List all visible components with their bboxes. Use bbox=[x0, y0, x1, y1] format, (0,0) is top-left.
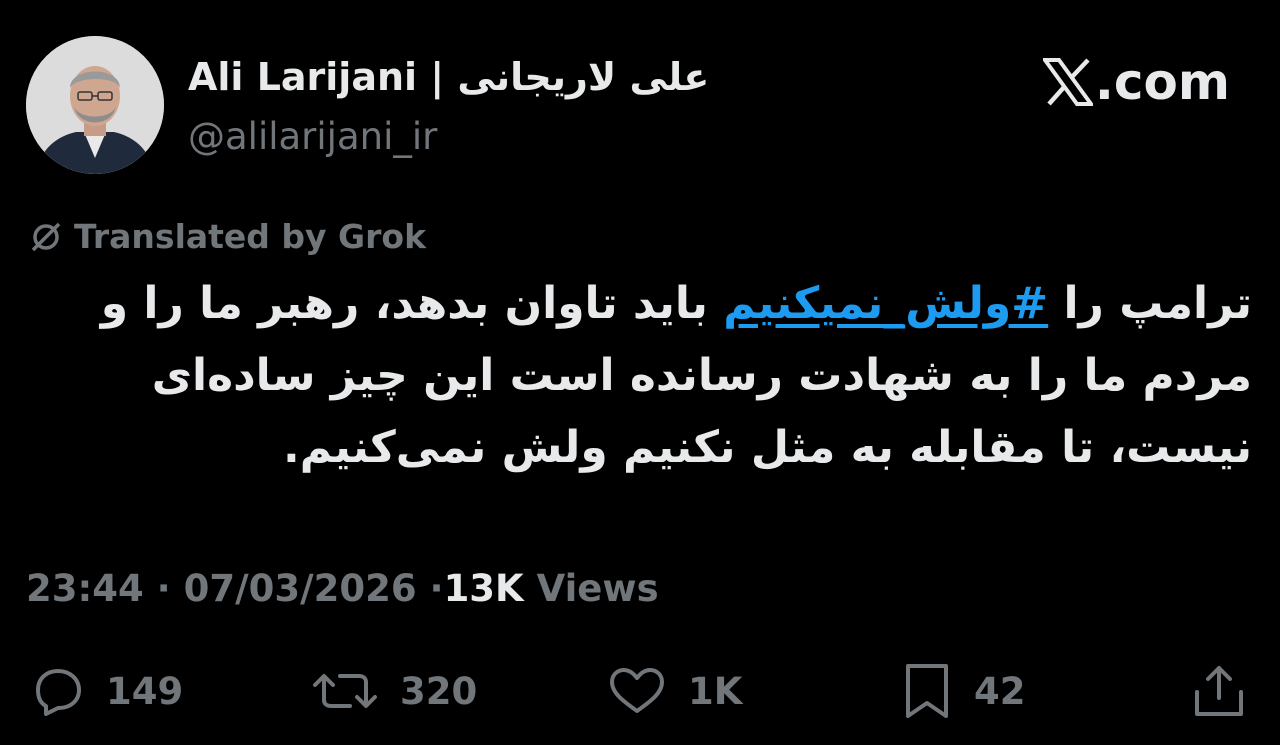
translation-notice[interactable]: Translated by Grok bbox=[28, 214, 426, 260]
bookmark-icon bbox=[902, 662, 952, 720]
tweet-meta: 23:44 · 07/03/2026 ·13K Views bbox=[26, 562, 659, 616]
tweet-text-start: ترامپ را bbox=[1048, 278, 1252, 329]
bookmark-count: 42 bbox=[974, 669, 1026, 713]
tweet-text: ترامپ را #ولش_نمیکنیم باید تاوان بدهد، ر… bbox=[30, 268, 1252, 484]
share-button[interactable] bbox=[1192, 656, 1246, 726]
like-count: 1K bbox=[688, 669, 743, 713]
bookmark-button[interactable]: 42 bbox=[902, 656, 1026, 726]
avatar[interactable] bbox=[26, 36, 164, 174]
repost-count: 320 bbox=[400, 669, 478, 713]
translation-label: Translated by Grok bbox=[74, 217, 427, 256]
x-com-brand: .com bbox=[1042, 52, 1230, 112]
tweet-date[interactable]: 07/03/2026 bbox=[184, 567, 417, 610]
hashtag-link[interactable]: #ولش_نمیکنیم bbox=[723, 278, 1048, 329]
repost-button[interactable]: 320 bbox=[312, 656, 477, 726]
brand-domain-text: .com bbox=[1094, 53, 1230, 111]
meta-separator: · bbox=[156, 567, 171, 610]
repost-icon bbox=[312, 666, 378, 716]
x-logo-icon bbox=[1042, 58, 1093, 106]
reply-button[interactable]: 149 bbox=[28, 656, 183, 726]
author-handle[interactable]: @alilarijani_ir bbox=[188, 112, 437, 162]
views-label: Views bbox=[536, 567, 659, 610]
grok-icon bbox=[28, 219, 64, 255]
author-display-name[interactable]: Ali Larijani | علی لاریجانی bbox=[188, 52, 709, 102]
tweet-time[interactable]: 23:44 bbox=[26, 567, 144, 610]
share-icon bbox=[1192, 662, 1246, 720]
views-count: 13K bbox=[443, 567, 524, 610]
meta-separator: · bbox=[429, 567, 444, 610]
reply-icon bbox=[28, 666, 84, 716]
action-bar: 149 320 1K 42 bbox=[0, 656, 1280, 726]
reply-count: 149 bbox=[106, 669, 184, 713]
heart-icon bbox=[608, 666, 666, 716]
like-button[interactable]: 1K bbox=[608, 656, 742, 726]
